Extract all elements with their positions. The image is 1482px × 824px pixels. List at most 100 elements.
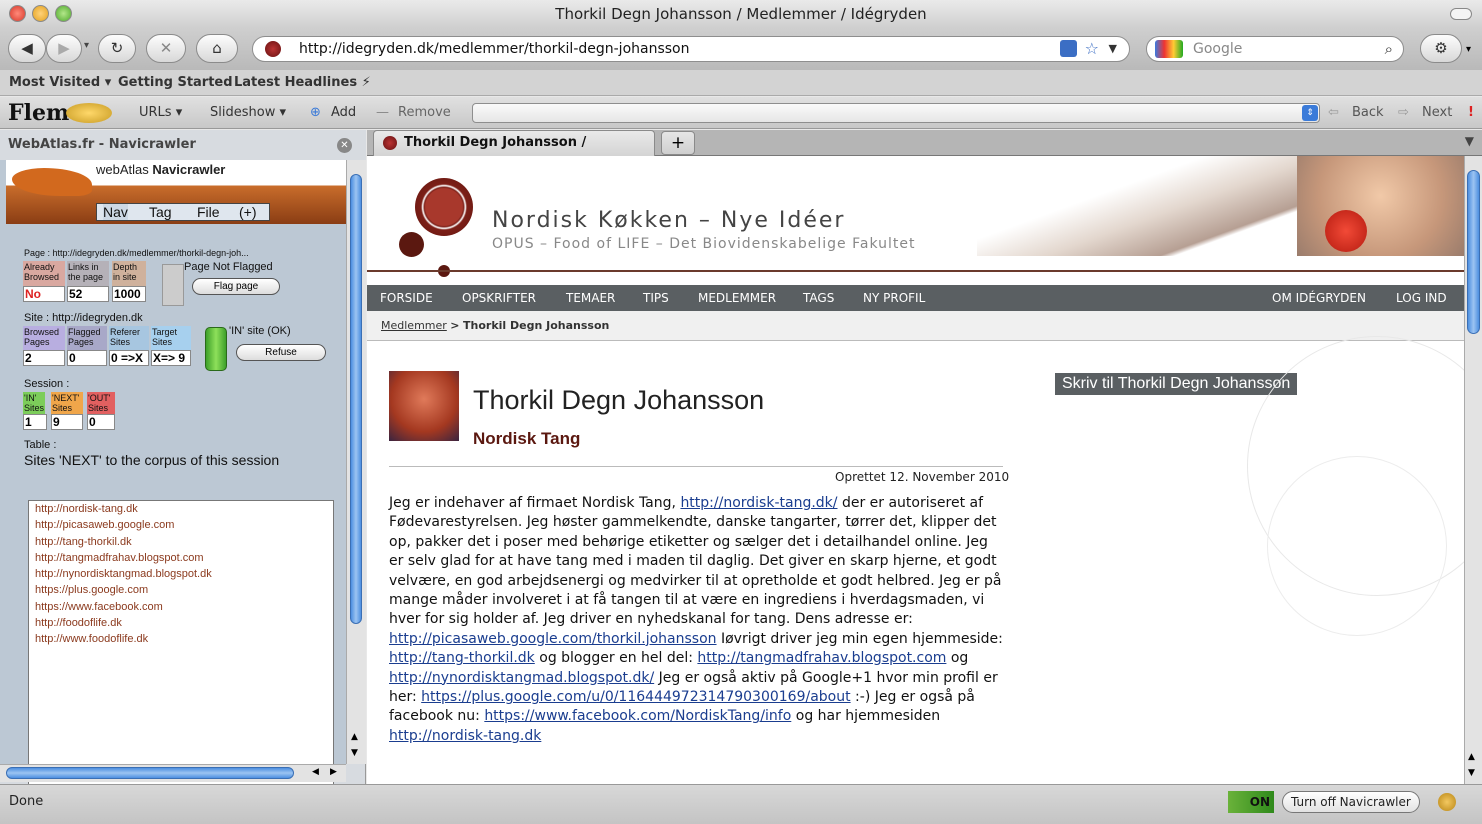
zoom-window-button[interactable] <box>55 5 72 22</box>
tab-list-icon[interactable]: ▼ <box>1465 134 1474 148</box>
tools-button[interactable]: ⚙ <box>1420 34 1462 63</box>
back-arrow-icon: ◀ <box>21 39 33 57</box>
nav-item-temaer[interactable]: TEMAER <box>566 285 615 311</box>
bio-link[interactable]: http://nordisk-tang.dk <box>389 728 541 744</box>
nav-item-opskrifter[interactable]: OPSKRIFTER <box>462 285 536 311</box>
nav-item-om-idegryden[interactable]: OM IDÉGRYDEN <box>1272 285 1366 311</box>
scroll-up-icon[interactable]: ▲ <box>1468 752 1475 762</box>
bio-link[interactable]: https://plus.google.com/u/0/116444972314… <box>421 689 850 705</box>
scroll-left-icon[interactable]: ◀ <box>312 767 319 777</box>
google-engine-icon[interactable] <box>1155 40 1183 58</box>
bio-link[interactable]: https://www.facebook.com/NordiskTang/inf… <box>484 708 791 724</box>
combobox-arrow-icon[interactable]: ⇕ <box>1302 105 1318 121</box>
flem-back-button[interactable]: Back <box>1352 97 1384 129</box>
bio-link[interactable]: http://tangmadfrahav.blogspot.com <box>697 650 946 666</box>
tab-bar: Thorkil Degn Johansson / Medlem... + ▼ <box>367 130 1482 174</box>
list-item[interactable]: http://foodoflife.dk <box>29 615 333 631</box>
search-bar[interactable]: Google ⌕ <box>1146 36 1404 62</box>
label-next-sites: 'NEXT' Sites <box>51 392 83 414</box>
add-icon: ⊕ <box>310 105 321 120</box>
tab-active[interactable]: Thorkil Degn Johansson / Medlem... <box>373 130 655 174</box>
content-vertical-scrollbar[interactable]: ▲ ▼ <box>1464 156 1482 784</box>
stop-button[interactable]: ✕ <box>146 34 186 63</box>
flem-slideshow-menu[interactable]: Slideshow ▾ <box>210 97 286 129</box>
profile-company[interactable]: Nordisk Tang <box>473 429 580 449</box>
flag-page-button[interactable]: Flag page <box>192 278 280 295</box>
rss-feed-icon[interactable] <box>1060 40 1077 57</box>
content-scroll-thumb[interactable] <box>1467 170 1480 334</box>
write-to-member-button[interactable]: Skriv til Thorkil Degn Johansson <box>1055 373 1298 395</box>
bookmark-latest-headlines[interactable]: Latest Headlines ⚡ <box>234 70 371 96</box>
bookmark-star-icon[interactable]: ☆ <box>1085 37 1099 61</box>
site-title[interactable]: Nordisk Køkken – Nye Idéer <box>492 208 845 233</box>
session-label: Session : <box>24 378 70 390</box>
nav-item-forside[interactable]: FORSIDE <box>380 285 433 311</box>
list-item[interactable]: http://tangmadfrahav.blogspot.com <box>29 550 333 566</box>
breadcrumb-current: Thorkil Degn Johansson <box>463 319 610 332</box>
url-bar[interactable]: http://idegryden.dk/medlemmer/thorkil-de… <box>252 36 1130 62</box>
turn-off-navicrawler-button[interactable]: Turn off Navicrawler <box>1282 791 1420 813</box>
nav-item-tags[interactable]: TAGS <box>803 285 834 311</box>
list-item[interactable]: http://www.foodoflife.dk <box>29 631 333 647</box>
close-sidebar-icon[interactable]: ✕ <box>337 138 352 153</box>
flem-remove-button[interactable]: Remove <box>398 97 451 129</box>
bio-link[interactable]: http://nordisk-tang.dk/ <box>680 495 837 511</box>
search-placeholder: Google <box>1193 41 1243 57</box>
label-depth-in-site: Depth in site <box>112 261 146 287</box>
bio-link[interactable]: http://picasaweb.google.com/thorkil.joha… <box>389 631 717 647</box>
alert-icon[interactable]: ! <box>1468 97 1474 129</box>
bio-link[interactable]: http://tang-thorkil.dk <box>389 650 535 666</box>
refuse-button[interactable]: Refuse <box>236 344 326 361</box>
breadcrumb-link-medlemmer[interactable]: Medlemmer <box>381 319 447 332</box>
search-icon[interactable]: ⌕ <box>1385 37 1393 61</box>
sidebar-hscroll-thumb[interactable] <box>6 767 294 779</box>
tab-tag[interactable]: Tag <box>149 204 172 220</box>
home-button[interactable]: ⌂ <box>196 34 238 63</box>
forward-button[interactable]: ▶ <box>46 34 82 63</box>
close-window-button[interactable] <box>9 5 26 22</box>
new-tab-button[interactable]: + <box>661 131 695 155</box>
nav-item-tips[interactable]: TIPS <box>643 285 669 311</box>
bookmark-most-visited[interactable]: Most Visited ▾ <box>9 70 111 96</box>
list-item[interactable]: http://tang-thorkil.dk <box>29 534 333 550</box>
list-item[interactable]: http://picasaweb.google.com <box>29 517 333 533</box>
profile-avatar[interactable] <box>389 371 459 441</box>
nav-item-ny-profil[interactable]: NY PROFIL <box>863 285 925 311</box>
navicrawler-on-badge[interactable]: ON <box>1228 791 1274 813</box>
minimize-window-button[interactable] <box>32 5 49 22</box>
flem-status-icon[interactable] <box>1438 793 1456 811</box>
tools-dropdown-icon[interactable]: ▾ <box>1466 44 1471 55</box>
url-dropdown-icon[interactable]: ▼ <box>1109 37 1117 61</box>
scroll-up-icon[interactable]: ▲ <box>351 732 358 742</box>
scroll-right-icon[interactable]: ▶ <box>330 767 337 777</box>
sidebar-scroll-thumb[interactable] <box>350 174 362 624</box>
sidebar-title: WebAtlas.fr - Navicrawler <box>8 137 196 152</box>
flem-url-combobox[interactable]: ⇕ <box>472 103 1320 123</box>
flem-urls-menu[interactable]: URLs ▾ <box>139 97 182 129</box>
in-site-indicator <box>205 327 227 371</box>
sidebar-horizontal-scrollbar[interactable]: ◀ ▶ <box>0 764 346 782</box>
tab-file[interactable]: File <box>197 204 220 220</box>
tab-nav[interactable]: Nav <box>103 204 128 220</box>
bookmark-getting-started[interactable]: Getting Started <box>118 70 233 96</box>
list-item[interactable]: https://plus.google.com <box>29 582 333 598</box>
next-sites-list[interactable]: http://nordisk-tang.dk http://picasaweb.… <box>28 500 334 790</box>
nav-item-medlemmer[interactable]: MEDLEMMER <box>698 285 776 311</box>
bio-link[interactable]: http://nynordisktangmad.blogspot.dk/ <box>389 670 654 686</box>
scroll-down-icon[interactable]: ▼ <box>351 748 358 758</box>
flem-add-button[interactable]: Add <box>331 97 356 129</box>
list-item[interactable]: https://www.facebook.com <box>29 599 333 615</box>
list-item[interactable]: http://nordisk-tang.dk <box>29 501 333 517</box>
url-text[interactable]: http://idegryden.dk/medlemmer/thorkil-de… <box>299 41 689 57</box>
scroll-down-icon[interactable]: ▼ <box>1468 768 1475 778</box>
tab-more[interactable]: (+) <box>239 204 257 220</box>
sidebar-vertical-scrollbar[interactable]: ▲ ▼ <box>346 160 366 764</box>
value-next-sites: 9 <box>51 414 83 430</box>
toolbar-toggle-button[interactable] <box>1450 8 1472 20</box>
back-button[interactable]: ◀ <box>8 34 46 63</box>
reload-button[interactable]: ↻ <box>98 34 136 63</box>
nav-item-log-ind[interactable]: LOG IND <box>1396 285 1447 311</box>
history-dropdown-icon[interactable]: ▾ <box>84 40 89 51</box>
flem-next-button[interactable]: Next <box>1422 97 1452 129</box>
list-item[interactable]: http://nynordisktangmad.blogspot.dk <box>29 566 333 582</box>
